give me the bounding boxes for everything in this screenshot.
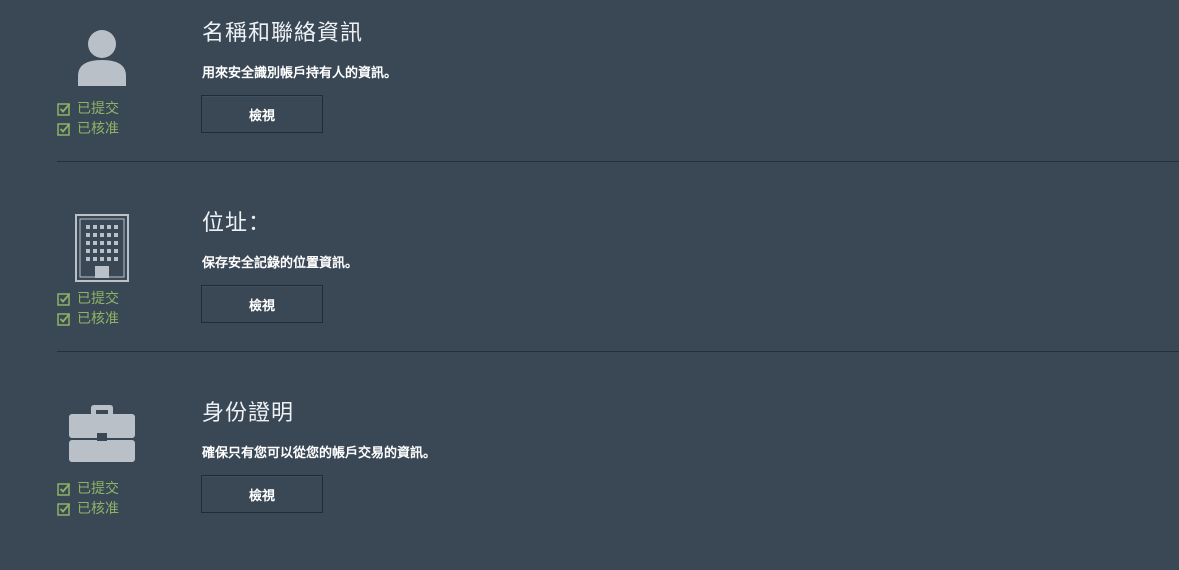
section-description: 確保只有您可以從您的帳戶交易的資訊。 [202, 446, 437, 461]
status-label: 已核准 [77, 501, 119, 517]
check-icon [57, 502, 71, 516]
check-icon [57, 102, 71, 116]
status-approved: 已核准 [57, 499, 119, 519]
status-list: 已提交 已核准 [57, 289, 119, 329]
status-label: 已提交 [77, 291, 119, 307]
divider [57, 351, 1179, 352]
section-title: 名稱和聯絡資訊 [202, 21, 364, 46]
status-label: 已提交 [77, 481, 119, 497]
status-approved: 已核准 [57, 119, 119, 139]
check-icon [57, 312, 71, 326]
section-description: 用來安全識別帳戶持有人的資訊。 [202, 66, 398, 81]
status-submitted: 已提交 [57, 289, 119, 309]
view-button[interactable]: 檢視 [201, 475, 323, 513]
divider [57, 161, 1179, 162]
section-title: 身份證明 [202, 401, 295, 426]
status-list: 已提交 已核准 [57, 479, 119, 519]
status-list: 已提交 已核准 [57, 99, 119, 139]
status-label: 已提交 [77, 101, 119, 117]
view-button[interactable]: 檢視 [201, 95, 323, 133]
status-submitted: 已提交 [57, 99, 119, 119]
briefcase-icon [62, 404, 142, 474]
check-icon [57, 122, 71, 136]
status-submitted: 已提交 [57, 479, 119, 499]
status-label: 已核准 [77, 121, 119, 137]
building-icon [62, 214, 142, 284]
section-identity: 已提交 已核准 身份證明 確保只有您可以從您的帳戶交易的資訊。 檢視 [0, 380, 1179, 570]
section-description: 保存安全記錄的位置資訊。 [202, 256, 359, 271]
check-icon [57, 482, 71, 496]
view-button[interactable]: 檢視 [201, 285, 323, 323]
person-icon [62, 28, 142, 98]
section-title: 位址： [202, 211, 272, 236]
status-approved: 已核准 [57, 309, 119, 329]
check-icon [57, 292, 71, 306]
status-label: 已核准 [77, 311, 119, 327]
